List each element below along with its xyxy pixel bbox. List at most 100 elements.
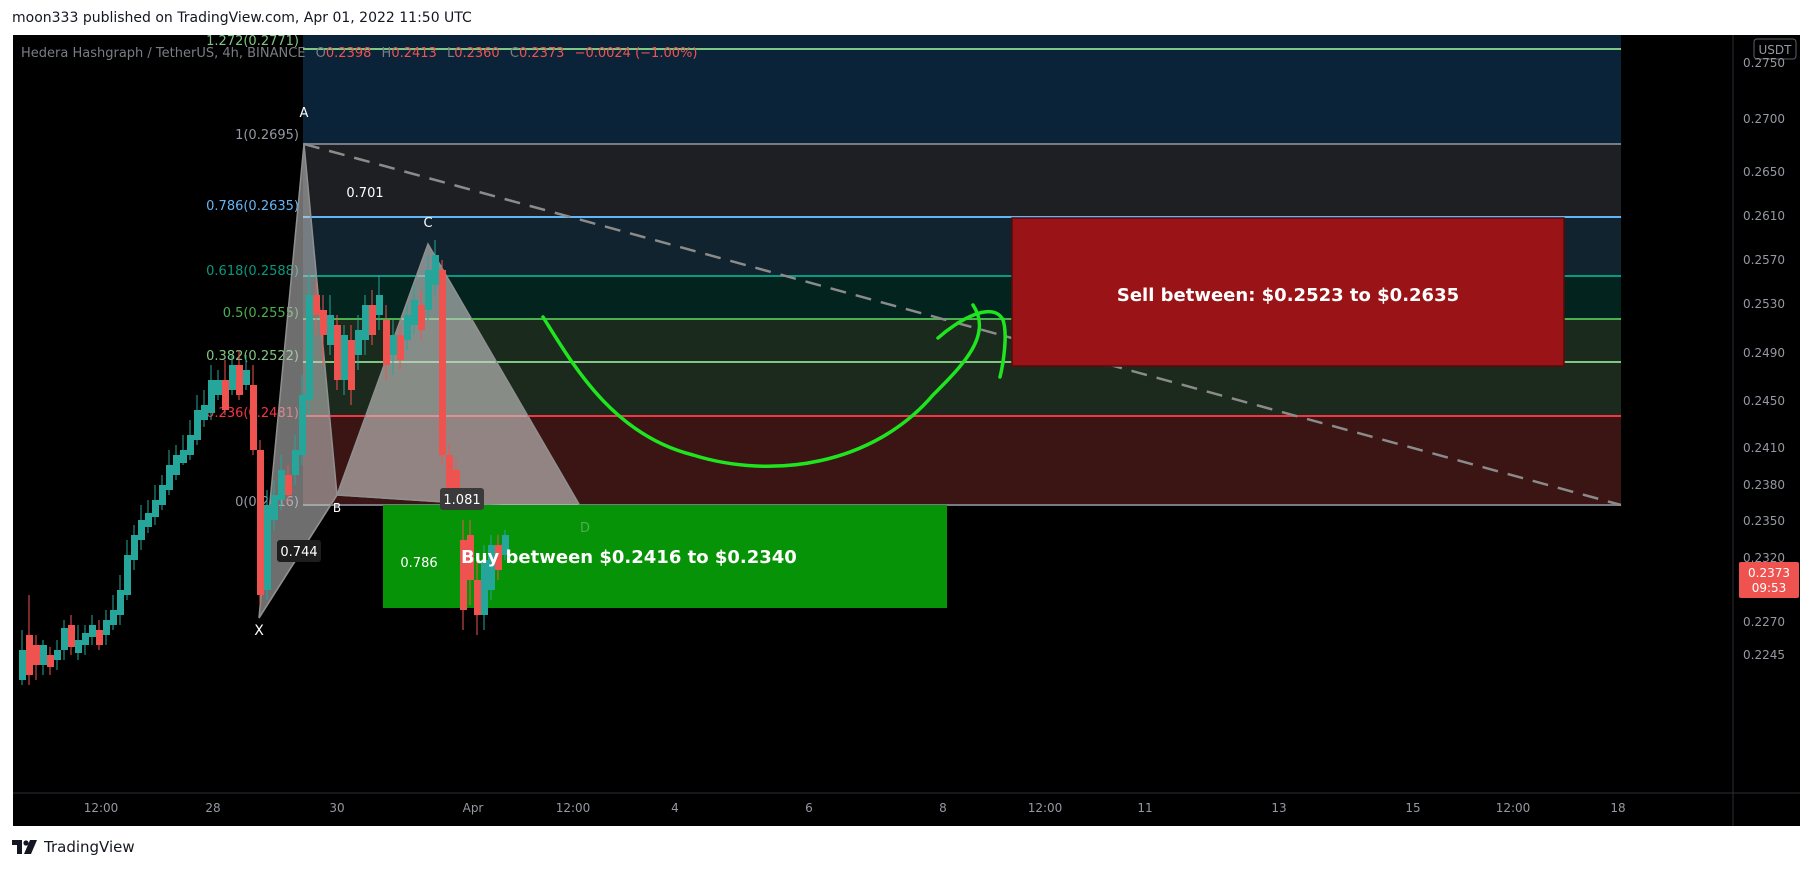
legend-c-value: 0.2373 [519, 46, 565, 61]
legend-change: −0.0024 (−1.00%) [575, 46, 698, 61]
price-chart[interactable]: 1.272(0.2771) 1(0.2695) 0.786(0.2635) 0.… [13, 34, 1800, 826]
price-tick-label: 0.2490 [1743, 346, 1785, 360]
candle-body [68, 625, 75, 647]
ratio-xab-label: 0.744 [280, 545, 317, 560]
candle-body [411, 300, 418, 325]
candle-body [418, 305, 425, 330]
candle-body [299, 395, 306, 455]
ratio-xad-label: 0.786 [400, 556, 437, 571]
candle-body [180, 450, 187, 463]
time-tick-label: 18 [1610, 801, 1625, 815]
legend-o-value: 0.2398 [326, 46, 372, 61]
legend-h-value: 0.2413 [391, 46, 437, 61]
price-tick-label: 0.2700 [1743, 112, 1785, 126]
candle-body [341, 335, 348, 380]
candle-body [257, 450, 264, 595]
fib-label-1: 1(0.2695) [235, 128, 299, 143]
time-tick-label: 11 [1137, 801, 1152, 815]
price-tick-label: 0.2270 [1743, 615, 1785, 629]
candle-body [327, 315, 334, 345]
ratio-bcd-label: 1.081 [443, 493, 480, 508]
legend-c-label: C [510, 46, 519, 61]
time-tick-label: 12:00 [1028, 801, 1063, 815]
candle-body [89, 625, 96, 637]
price-tick-label: 0.2650 [1743, 165, 1785, 179]
candle-body [278, 470, 285, 500]
svg-text:Hedera Hashgraph / TetherUS, 4: Hedera Hashgraph / TetherUS, 4h, BINANCE… [21, 46, 697, 61]
candle-body [397, 335, 404, 360]
candle-body [285, 475, 292, 495]
candle-countdown: 09:53 [1752, 581, 1787, 595]
candle-body [306, 295, 313, 400]
price-tick-label: 0.2410 [1743, 441, 1785, 455]
candle-body [236, 365, 243, 395]
candle-body [208, 380, 215, 413]
legend-l-value: 0.2360 [454, 46, 500, 61]
candle-body [54, 650, 61, 660]
currency-label: USDT [1759, 43, 1793, 57]
candle-body [432, 255, 439, 285]
candle-body [313, 295, 320, 315]
candle-body [369, 305, 376, 335]
chart-frame[interactable]: 1.272(0.2771) 1(0.2695) 0.786(0.2635) 0.… [13, 34, 1800, 826]
candle-body [152, 500, 159, 517]
price-tick-label: 0.2380 [1743, 478, 1785, 492]
brand-name: TradingView [44, 838, 135, 856]
time-axis[interactable]: 12:00 28 30 Apr 12:00 4 6 8 12:00 11 13 15 12:00 18 [84, 801, 1626, 815]
candle-body [117, 590, 124, 615]
time-tick-label: 12:00 [556, 801, 591, 815]
time-tick-label: 28 [205, 801, 220, 815]
candle-body [138, 520, 145, 540]
harmonic-point-x: X [254, 623, 264, 639]
time-tick-label: 13 [1271, 801, 1286, 815]
candle-body [334, 325, 341, 380]
legend-symbol: Hedera Hashgraph / TetherUS, 4h, BINANCE [21, 46, 306, 61]
time-tick-label: 12:00 [84, 801, 119, 815]
candle-body [75, 640, 82, 653]
candle-body [201, 405, 208, 420]
candle-body [383, 320, 390, 365]
price-tick-label: 0.2610 [1743, 209, 1785, 223]
candle-body [47, 655, 54, 667]
candle-body [229, 365, 236, 390]
candle-body [481, 560, 488, 615]
last-price-value: 0.2373 [1748, 566, 1790, 580]
time-tick-label: 4 [671, 801, 679, 815]
legend-o-label: O [316, 46, 326, 61]
publish-info: moon333 published on TradingView.com, Ap… [12, 10, 472, 26]
price-tick-label: 0.2530 [1743, 297, 1785, 311]
candle-body [19, 650, 26, 680]
price-tick-label: 0.2750 [1743, 56, 1785, 70]
candle-body [404, 315, 411, 340]
candle-body [425, 270, 432, 310]
symbol-legend[interactable]: Hedera Hashgraph / TetherUS, 4h, BINANCE… [21, 46, 697, 61]
price-tick-label: 0.2570 [1743, 253, 1785, 267]
price-tick-label: 0.2245 [1743, 648, 1785, 662]
candle-body [264, 505, 271, 590]
harmonic-point-c: C [423, 216, 432, 231]
candle-body [159, 485, 166, 505]
candle-body [26, 635, 33, 675]
candle-body [439, 270, 446, 455]
fib-zone-786-1 [303, 144, 1621, 217]
time-tick-label: 12:00 [1496, 801, 1531, 815]
candle-body [40, 645, 47, 665]
ratio-abc-label: 0.701 [346, 186, 383, 201]
buy-zone-label: Buy between $0.2416 to $0.2340 [461, 547, 797, 568]
candle-body [292, 450, 299, 475]
candle-body [348, 340, 355, 390]
candle-body [61, 628, 68, 650]
candle-body [250, 385, 257, 450]
price-tick-label: 0.2450 [1743, 394, 1785, 408]
tradingview-logo-icon [12, 840, 37, 854]
candle-body [222, 380, 229, 410]
candle-body [320, 310, 327, 335]
candle-body [355, 330, 362, 355]
candle-body [124, 555, 131, 595]
candle-body [82, 633, 89, 645]
fib-label-786: 0.786(0.2635) [206, 199, 299, 214]
candle-body [131, 535, 138, 560]
candle-body [103, 620, 110, 635]
candle-body [166, 465, 173, 490]
tradingview-brand[interactable]: TradingView [12, 838, 135, 856]
